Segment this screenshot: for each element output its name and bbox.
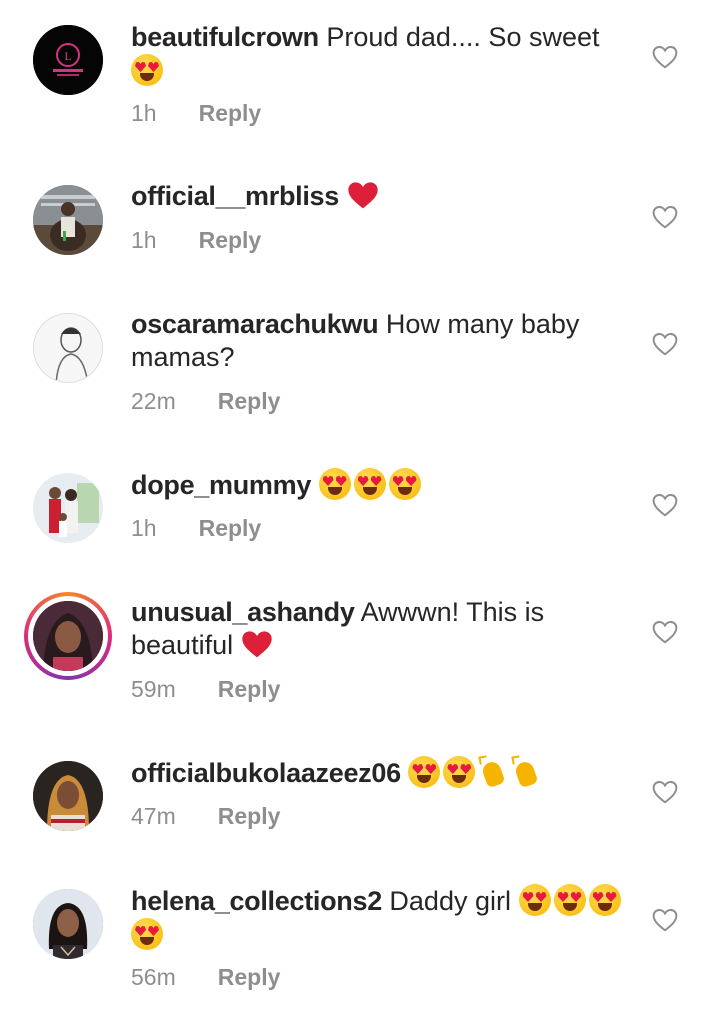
avatar[interactable] xyxy=(33,185,103,255)
avatar[interactable] xyxy=(33,473,103,543)
avatar[interactable] xyxy=(33,601,103,671)
comment-username[interactable]: oscaramarachukwu xyxy=(131,309,379,339)
heart-outline-icon[interactable] xyxy=(652,908,678,932)
heart-eyes-emoji xyxy=(443,756,476,788)
comment-body: helena_collections2 Daddy girl xyxy=(131,884,631,952)
avatar[interactable] xyxy=(33,761,103,831)
comment-text: Proud dad.... So sweet xyxy=(326,22,600,52)
reply-button[interactable]: Reply xyxy=(199,515,262,542)
heart-outline-icon[interactable] xyxy=(652,493,678,517)
comment-body: beautifulcrown Proud dad.... So sweet xyxy=(131,21,621,88)
comment-time: 1h xyxy=(131,515,157,541)
comment-username[interactable]: dope_mummy xyxy=(131,470,311,500)
comment-meta: 22m Reply xyxy=(131,388,280,415)
heart-eyes-emoji xyxy=(318,468,351,500)
comment-body: dope_mummy xyxy=(131,468,631,502)
clapping-hands-emoji xyxy=(478,756,508,788)
heart-eyes-emoji xyxy=(553,884,586,916)
comment-username[interactable]: officialbukolaazeez06 xyxy=(131,758,401,788)
svg-text:L: L xyxy=(64,49,71,63)
comment-time: 1h xyxy=(131,227,157,253)
reply-button[interactable]: Reply xyxy=(218,964,281,991)
heart-eyes-emoji xyxy=(408,756,441,788)
comment-meta: 1h Reply xyxy=(131,227,261,254)
comment-time: 56m xyxy=(131,964,176,990)
heart-outline-icon[interactable] xyxy=(652,332,678,356)
comment-time: 1h xyxy=(131,100,157,126)
heart-eyes-emoji xyxy=(353,468,386,500)
reply-button[interactable]: Reply xyxy=(218,803,281,830)
comment-body: official__mrbliss xyxy=(131,180,631,213)
comment-meta: 1h Reply xyxy=(131,515,261,542)
comment-meta: 56m Reply xyxy=(131,964,280,991)
heart-outline-icon[interactable] xyxy=(652,45,678,69)
reply-button[interactable]: Reply xyxy=(218,388,281,415)
red-heart-emoji xyxy=(347,182,378,209)
reply-button[interactable]: Reply xyxy=(218,676,281,703)
heart-eyes-emoji xyxy=(131,918,163,950)
heart-eyes-emoji xyxy=(588,884,621,916)
heart-outline-icon[interactable] xyxy=(652,620,678,644)
comment-text: Daddy girl xyxy=(389,886,511,916)
reply-button[interactable]: Reply xyxy=(199,227,262,254)
comment-time: 47m xyxy=(131,803,176,829)
comment-username[interactable]: beautifulcrown xyxy=(131,22,319,52)
comment-body: oscaramarachukwu How many baby mamas? xyxy=(131,308,601,374)
heart-outline-icon[interactable] xyxy=(652,205,678,229)
comment-meta: 59m Reply xyxy=(131,676,280,703)
comment-username[interactable]: official__mrbliss xyxy=(131,181,339,211)
comment-time: 59m xyxy=(131,676,176,702)
comment-meta: 47m Reply xyxy=(131,803,280,830)
avatar[interactable] xyxy=(33,889,103,959)
comment-username[interactable]: helena_collections2 xyxy=(131,886,382,916)
story-ring[interactable] xyxy=(24,592,112,680)
comment-body: officialbukolaazeez06 xyxy=(131,756,631,790)
reply-button[interactable]: Reply xyxy=(199,100,262,127)
heart-eyes-emoji xyxy=(131,54,163,86)
comment-time: 22m xyxy=(131,388,176,414)
avatar[interactable] xyxy=(33,313,103,383)
clapping-hands-emoji xyxy=(511,756,541,788)
heart-outline-icon[interactable] xyxy=(652,780,678,804)
comment-body: unusual_ashandy Awwwn! This is beautiful xyxy=(131,596,591,662)
heart-eyes-emoji xyxy=(388,468,421,500)
avatar[interactable]: L xyxy=(33,25,103,95)
comment-username[interactable]: unusual_ashandy xyxy=(131,597,355,627)
red-heart-emoji xyxy=(241,631,272,658)
heart-eyes-emoji xyxy=(518,884,551,916)
comment-meta: 1h Reply xyxy=(131,100,261,127)
